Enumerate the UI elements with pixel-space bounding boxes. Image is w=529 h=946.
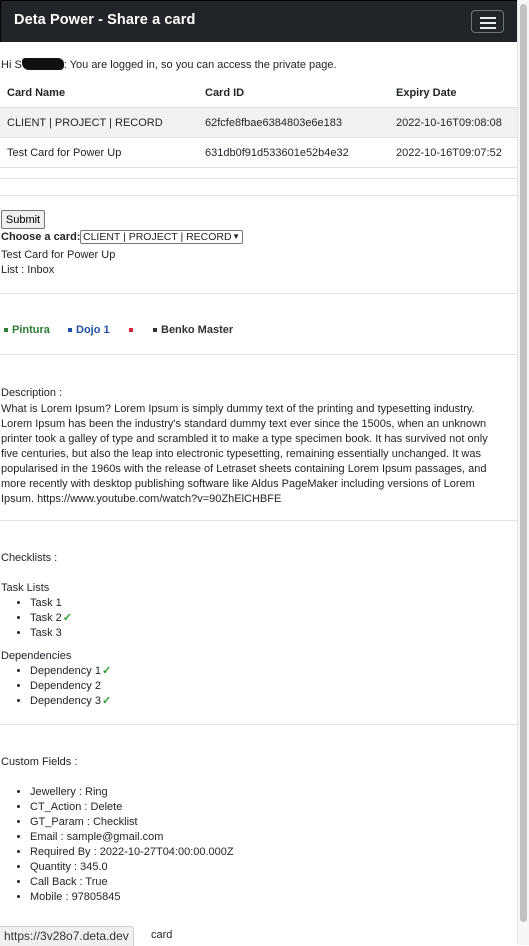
list-item: Dependency 1✓: [30, 664, 111, 679]
hamburger-icon: [480, 17, 496, 19]
check-icon: ✓: [101, 665, 112, 677]
card-select[interactable]: CLIENT | PROJECT | RECORD ▼: [80, 230, 243, 244]
list-item: Task 3: [30, 626, 72, 641]
label-color-square: [129, 328, 133, 332]
check-icon: ✓: [101, 695, 112, 707]
choose-card-label: Choose a card:: [1, 231, 81, 243]
scrollbar-thumb[interactable]: [520, 4, 527, 922]
checklists-heading: Checklists :: [1, 552, 58, 564]
divider: [0, 724, 517, 725]
label-color-square: [4, 328, 8, 332]
label-dojo-1: Dojo 1: [68, 324, 110, 336]
table-row: Test Card for Power Up 631db0f91d533601e…: [0, 137, 517, 168]
navbar: Deta Power - Share a card: [0, 0, 518, 42]
label-benko-master: Benko Master: [153, 324, 233, 336]
list-item: Call Back : True: [30, 875, 234, 890]
custom-fields-list: Jewellery : Ring CT_Action : Delete GT_P…: [0, 785, 234, 905]
chevron-down-icon: ▼: [232, 232, 240, 241]
divider: [0, 354, 517, 355]
list-item: GT_Param : Checklist: [30, 815, 234, 830]
greeting: Hi S : You are logged in, so you can acce…: [1, 58, 337, 71]
card-list: List : Inbox: [1, 264, 55, 276]
card-name: Test Card for Power Up: [1, 249, 116, 261]
header-card-name: Card Name: [0, 79, 198, 108]
menu-toggle-button[interactable]: [471, 10, 504, 33]
cards-table: Card Name Card ID Expiry Date CLIENT | P…: [0, 79, 517, 168]
cell-expiry-date: 2022-10-16T09:08:08: [389, 107, 517, 138]
status-bar-url: https://3v28o7.deta.dev: [0, 926, 134, 946]
check-icon: ✓: [62, 612, 73, 624]
cell-card-name: CLIENT | PROJECT | RECORD: [0, 107, 198, 138]
header-card-id: Card ID: [198, 79, 389, 108]
cell-expiry-date: 2022-10-16T09:07:52: [389, 137, 517, 168]
list-item: Dependency 3✓: [30, 694, 111, 709]
description-heading: Description :: [1, 387, 63, 399]
table-header-row: Card Name Card ID Expiry Date: [0, 79, 517, 108]
list-item: Quantity : 345.0: [30, 860, 234, 875]
custom-fields-heading: Custom Fields :: [1, 756, 78, 768]
list-item: CT_Action : Delete: [30, 800, 234, 815]
label-unnamed-red: [129, 324, 137, 336]
greeting-prefix: Hi S: [1, 59, 22, 71]
submit-button[interactable]: Submit: [1, 210, 45, 229]
navbar-brand[interactable]: Deta Power - Share a card: [14, 12, 195, 28]
header-expiry-date: Expiry Date: [389, 79, 517, 108]
dependency-list: Dependency 1✓ Dependency 2 Dependency 3✓: [0, 664, 111, 709]
card-select-value: CLIENT | PROJECT | RECORD: [83, 231, 232, 243]
trailing-card-text: card: [151, 929, 173, 941]
list-item: Email : sample@gmail.com: [30, 830, 234, 845]
list-item: Required By : 2022-10-27T04:00:00.000Z: [30, 845, 234, 860]
task-lists-heading: Task Lists: [1, 582, 50, 594]
redacted-username: [21, 58, 64, 70]
label-color-square: [153, 328, 157, 332]
cell-card-id: 62fcfe8fbae6384803e6e183: [198, 107, 389, 138]
cell-card-name: Test Card for Power Up: [0, 137, 198, 168]
list-item: Jewellery : Ring: [30, 785, 234, 800]
label-color-square: [68, 328, 72, 332]
hamburger-icon: [480, 22, 496, 24]
list-item: Mobile : 97805845: [30, 890, 234, 905]
task-list: Task 1 Task 2✓ Task 3: [0, 596, 72, 641]
dependencies-heading: Dependencies: [1, 650, 72, 662]
greeting-suffix: : You are logged in, so you can access t…: [63, 59, 337, 71]
vertical-scrollbar[interactable]: [517, 0, 529, 945]
divider: [0, 293, 517, 294]
hamburger-icon: [480, 27, 496, 29]
list-item: Task 1: [30, 596, 72, 611]
table-row: CLIENT | PROJECT | RECORD 62fcfe8fbae638…: [0, 107, 517, 138]
divider: [0, 195, 517, 196]
divider: [0, 520, 517, 521]
label-pintura: Pintura: [4, 324, 50, 336]
list-item: Dependency 2: [30, 679, 111, 694]
description-text: What is Lorem Ipsum? Lorem Ipsum is simp…: [1, 403, 488, 505]
cell-card-id: 631db0f91d533601e52b4e32: [198, 137, 389, 168]
list-item: Task 2✓: [30, 611, 72, 626]
divider: [0, 178, 517, 179]
